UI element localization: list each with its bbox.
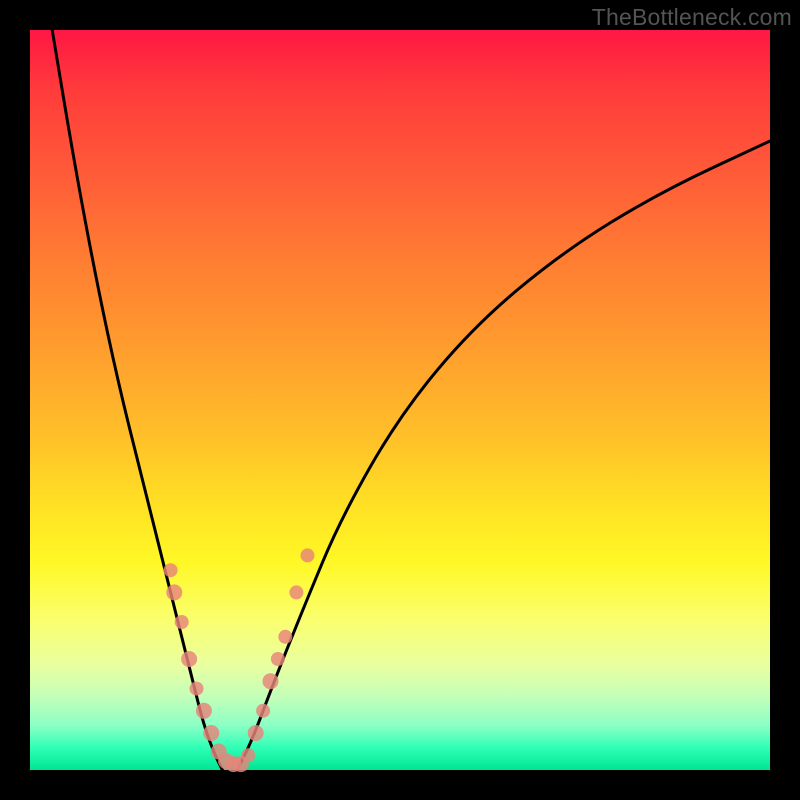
data-point [271,652,285,666]
data-point [263,673,279,689]
curve-lines [52,30,770,770]
data-point [164,563,178,577]
data-point [190,682,204,696]
data-point [256,704,270,718]
watermark-text: TheBottleneck.com [592,4,792,31]
data-point [248,725,264,741]
data-point [166,584,182,600]
curve-right-curve [237,141,770,770]
data-point [175,615,189,629]
chart-frame: TheBottleneck.com [0,0,800,800]
data-point [278,630,292,644]
data-point [241,748,255,762]
scatter-dots [164,548,315,772]
data-point [289,585,303,599]
plot-area [30,30,770,770]
data-point [301,548,315,562]
data-point [196,703,212,719]
data-point [181,651,197,667]
chart-svg [30,30,770,770]
data-point [203,725,219,741]
